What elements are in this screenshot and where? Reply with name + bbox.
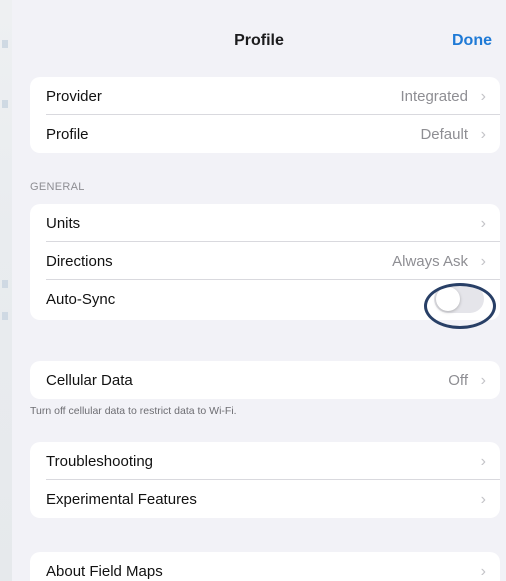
cellular-data-value: Off: [448, 372, 468, 389]
cellular-data-label: Cellular Data: [46, 372, 133, 389]
provider-row[interactable]: Provider Integrated ›: [30, 77, 500, 115]
units-row[interactable]: Units ›: [30, 204, 500, 242]
units-label: Units: [46, 215, 81, 232]
background-map-strip: [0, 0, 12, 581]
chevron-right-icon: ›: [480, 372, 486, 389]
chevron-right-icon: ›: [480, 253, 486, 270]
chevron-right-icon: ›: [480, 126, 486, 143]
done-button[interactable]: Done: [452, 32, 492, 50]
map-fragment: [2, 100, 8, 108]
troubleshooting-label: Troubleshooting: [46, 453, 154, 470]
highlight-circle-annotation: [424, 283, 496, 329]
experimental-features-row[interactable]: Experimental Features ›: [30, 480, 500, 518]
provider-profile-group: Provider Integrated › Profile Default ›: [30, 77, 500, 153]
general-section-header: GENERAL: [30, 181, 85, 193]
profile-row[interactable]: Profile Default ›: [30, 115, 500, 153]
directions-value: Always Ask: [392, 253, 468, 270]
cellular-data-row[interactable]: Cellular Data Off ›: [30, 361, 500, 399]
about-row[interactable]: About Field Maps ›: [30, 552, 500, 581]
chevron-right-icon: ›: [480, 215, 486, 232]
about-group: About Field Maps ›: [30, 552, 500, 581]
about-label: About Field Maps: [46, 563, 163, 580]
map-fragment: [2, 280, 8, 288]
provider-value: Integrated: [400, 88, 468, 105]
chevron-right-icon: ›: [480, 563, 486, 580]
directions-label: Directions: [46, 253, 113, 270]
page-title: Profile: [234, 32, 284, 49]
chevron-right-icon: ›: [480, 453, 486, 470]
autosync-label: Auto-Sync: [46, 291, 116, 308]
map-fragment: [2, 40, 8, 48]
cellular-footer-note: Turn off cellular data to restrict data …: [30, 405, 237, 417]
directions-row[interactable]: Directions Always Ask ›: [30, 242, 500, 280]
nav-bar: Profile Done: [12, 10, 506, 60]
troubleshooting-row[interactable]: Troubleshooting ›: [30, 442, 500, 480]
cellular-group: Cellular Data Off ›: [30, 361, 500, 399]
profile-value: Default: [420, 126, 468, 143]
map-fragment: [2, 312, 8, 320]
chevron-right-icon: ›: [480, 491, 486, 508]
chevron-right-icon: ›: [480, 88, 486, 105]
provider-label: Provider: [46, 88, 102, 105]
support-group: Troubleshooting › Experimental Features …: [30, 442, 500, 518]
experimental-features-label: Experimental Features: [46, 491, 197, 508]
profile-label: Profile: [46, 126, 89, 143]
